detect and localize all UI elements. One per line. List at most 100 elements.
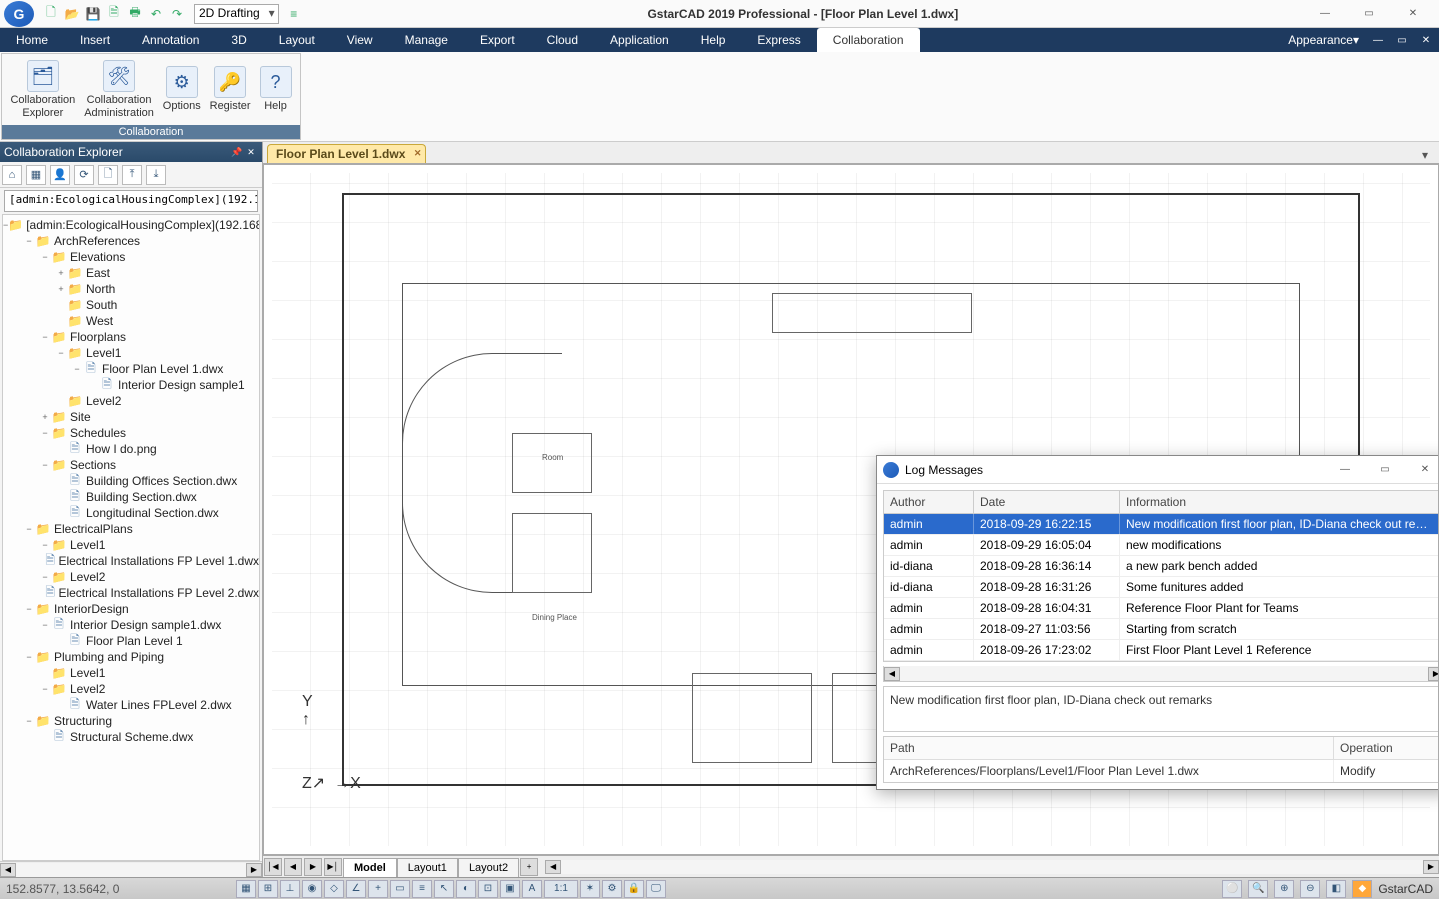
log-table-row[interactable]: admin2018-09-29 16:05:04new modification… [884, 535, 1439, 556]
tree-toggle-icon[interactable] [55, 316, 67, 326]
tree-node[interactable]: −📁ArchReferences [3, 233, 259, 249]
tree-toggle-icon[interactable] [55, 300, 67, 310]
status-tool5-icon[interactable]: ◧ [1326, 880, 1346, 898]
tree-node[interactable]: 🗎Building Section.dwx [3, 489, 259, 505]
tree-node[interactable]: −📁Floorplans [3, 329, 259, 345]
status-tool4-icon[interactable]: ⊖ [1300, 880, 1320, 898]
status-anno-icon[interactable]: A [522, 880, 542, 898]
status-polar-icon[interactable]: ◉ [302, 880, 322, 898]
tree-toggle-icon[interactable]: − [39, 252, 51, 262]
tree-toggle-icon[interactable]: − [23, 524, 35, 534]
mdi-close-icon[interactable]: ✕ [1417, 31, 1435, 49]
panel-scrollbar[interactable]: ◀ ▶ [0, 861, 262, 877]
document-tab-close-icon[interactable]: ✕ [414, 148, 422, 159]
status-cursor-icon[interactable]: ↖ [434, 880, 454, 898]
layout-last-icon[interactable]: ▶│ [324, 858, 342, 876]
tree-toggle-icon[interactable]: − [39, 428, 51, 438]
layout-tab[interactable]: Layout1 [397, 858, 458, 877]
toolbar-download-icon[interactable]: ⤓ [146, 165, 166, 185]
tree-node[interactable]: −📁Level1 [3, 537, 259, 553]
dialog-minimize-button[interactable]: — [1325, 456, 1365, 484]
log-header-author[interactable]: Author [884, 491, 974, 513]
tree-node[interactable]: 🗎Longitudinal Section.dwx [3, 505, 259, 521]
tree-node[interactable]: −📁Plumbing and Piping [3, 649, 259, 665]
status-tool3-icon[interactable]: ⊕ [1274, 880, 1294, 898]
workspace-select[interactable]: 2D Drafting [194, 4, 279, 24]
qat-redo-icon[interactable]: ↷ [168, 5, 186, 23]
tree-node[interactable]: −📁Schedules [3, 425, 259, 441]
menu-tab-export[interactable]: Export [464, 28, 531, 52]
tree-node[interactable]: 🗎Floor Plan Level 1 [3, 633, 259, 649]
scroll-left-icon[interactable]: ◀ [545, 860, 561, 874]
mdi-restore-icon[interactable]: ▭ [1393, 31, 1411, 49]
tree-node[interactable]: 🗎Structural Scheme.dwx [3, 729, 259, 745]
tree-node[interactable]: −📁Sections [3, 457, 259, 473]
info-header-operation[interactable]: Operation [1334, 737, 1439, 759]
status-tool1-icon[interactable]: ⚪ [1222, 880, 1242, 898]
qat-open-icon[interactable]: 📂 [63, 5, 81, 23]
tree-node[interactable]: −🗎Interior Design sample1.dwx [3, 617, 259, 633]
tree-toggle-icon[interactable]: + [55, 284, 67, 294]
window-minimize-button[interactable]: — [1303, 0, 1347, 28]
layout-add-icon[interactable]: + [520, 858, 538, 876]
tree-node[interactable]: 📁Level2 [3, 393, 259, 409]
toolbar-user-icon[interactable]: 👤 [50, 165, 70, 185]
status-dyn-icon[interactable]: ▭ [390, 880, 410, 898]
tree-toggle-icon[interactable] [55, 444, 67, 454]
mdi-minimize-icon[interactable]: — [1369, 31, 1387, 49]
dialog-titlebar[interactable]: Log Messages — ▭ ✕ [877, 456, 1439, 484]
ribbon-button[interactable]: ?Help [256, 64, 296, 114]
tree-node[interactable]: −📁Elevations [3, 249, 259, 265]
status-grid-icon[interactable]: ▦ [236, 880, 256, 898]
tree-toggle-icon[interactable]: − [39, 332, 51, 342]
document-tab[interactable]: Floor Plan Level 1.dwx ✕ [267, 144, 426, 163]
dialog-close-button[interactable]: ✕ [1405, 456, 1439, 484]
tree-toggle-icon[interactable]: − [23, 236, 35, 246]
tree-toggle-icon[interactable] [37, 588, 45, 598]
qat-print-icon[interactable]: 🖶 [126, 5, 144, 23]
toolbar-refresh-icon[interactable]: ⟳ [74, 165, 94, 185]
tree-node[interactable]: −🗎Floor Plan Level 1.dwx [3, 361, 259, 377]
layout-prev-icon[interactable]: ◀ [284, 858, 302, 876]
tree-toggle-icon[interactable] [55, 508, 67, 518]
panel-pin-button[interactable]: 📌 [230, 145, 244, 159]
tree-toggle-icon[interactable] [55, 396, 67, 406]
tree-node[interactable]: −📁InteriorDesign [3, 601, 259, 617]
qat-saveas-icon[interactable]: 🗎 [105, 5, 123, 23]
scroll-right-icon[interactable]: ▶ [1423, 860, 1439, 874]
appearance-menu[interactable]: Appearance▾ [1284, 31, 1363, 49]
log-table-row[interactable]: admin2018-09-26 17:23:02First Floor Plan… [884, 640, 1439, 661]
tree-toggle-icon[interactable]: − [23, 652, 35, 662]
layout-first-icon[interactable]: │◀ [264, 858, 282, 876]
qat-new-icon[interactable]: 🗋 [42, 5, 60, 23]
menu-tab-express[interactable]: Express [741, 28, 816, 52]
status-lock-icon[interactable]: 🔒 [624, 880, 644, 898]
tree-toggle-icon[interactable] [55, 476, 67, 486]
tree-toggle-icon[interactable]: + [39, 412, 51, 422]
project-selector[interactable]: [admin:EcologicalHousingComplex](192.168 [4, 190, 258, 212]
status-brand-icon[interactable]: ◆ [1352, 880, 1372, 898]
toolbar-home-icon[interactable]: ⌂ [2, 165, 22, 185]
status-otrack-icon[interactable]: ∠ [346, 880, 366, 898]
menu-tab-help[interactable]: Help [685, 28, 742, 52]
project-tree[interactable]: −📁[admin:EcologicalHousingComplex](192.1… [2, 214, 260, 861]
toolbar-upload-icon[interactable]: ⤒ [122, 165, 142, 185]
tree-node[interactable]: −📁Structuring [3, 713, 259, 729]
status-tool2-icon[interactable]: 🔍 [1248, 880, 1268, 898]
dialog-maximize-button[interactable]: ▭ [1365, 456, 1405, 484]
toolbar-list-icon[interactable]: ▦ [26, 165, 46, 185]
tree-toggle-icon[interactable]: − [39, 540, 51, 550]
menu-tab-cloud[interactable]: Cloud [531, 28, 594, 52]
status-ws-icon[interactable]: ⚙ [602, 880, 622, 898]
tree-node[interactable]: 📁Level1 [3, 665, 259, 681]
tree-node[interactable]: −📁ElectricalPlans [3, 521, 259, 537]
menu-tab-3d[interactable]: 3D [215, 28, 262, 52]
qat-customize-icon[interactable]: ≡ [285, 5, 303, 23]
tree-node[interactable]: 🗎Interior Design sample1 [3, 377, 259, 393]
log-header-date[interactable]: Date [974, 491, 1120, 513]
window-close-button[interactable]: ✕ [1391, 0, 1435, 28]
ribbon-button[interactable]: 🔑Register [206, 64, 255, 114]
tree-toggle-icon[interactable]: − [71, 364, 83, 374]
menu-tab-insert[interactable]: Insert [64, 28, 126, 52]
tree-node[interactable]: 🗎Electrical Installations FP Level 1.dwx [3, 553, 259, 569]
